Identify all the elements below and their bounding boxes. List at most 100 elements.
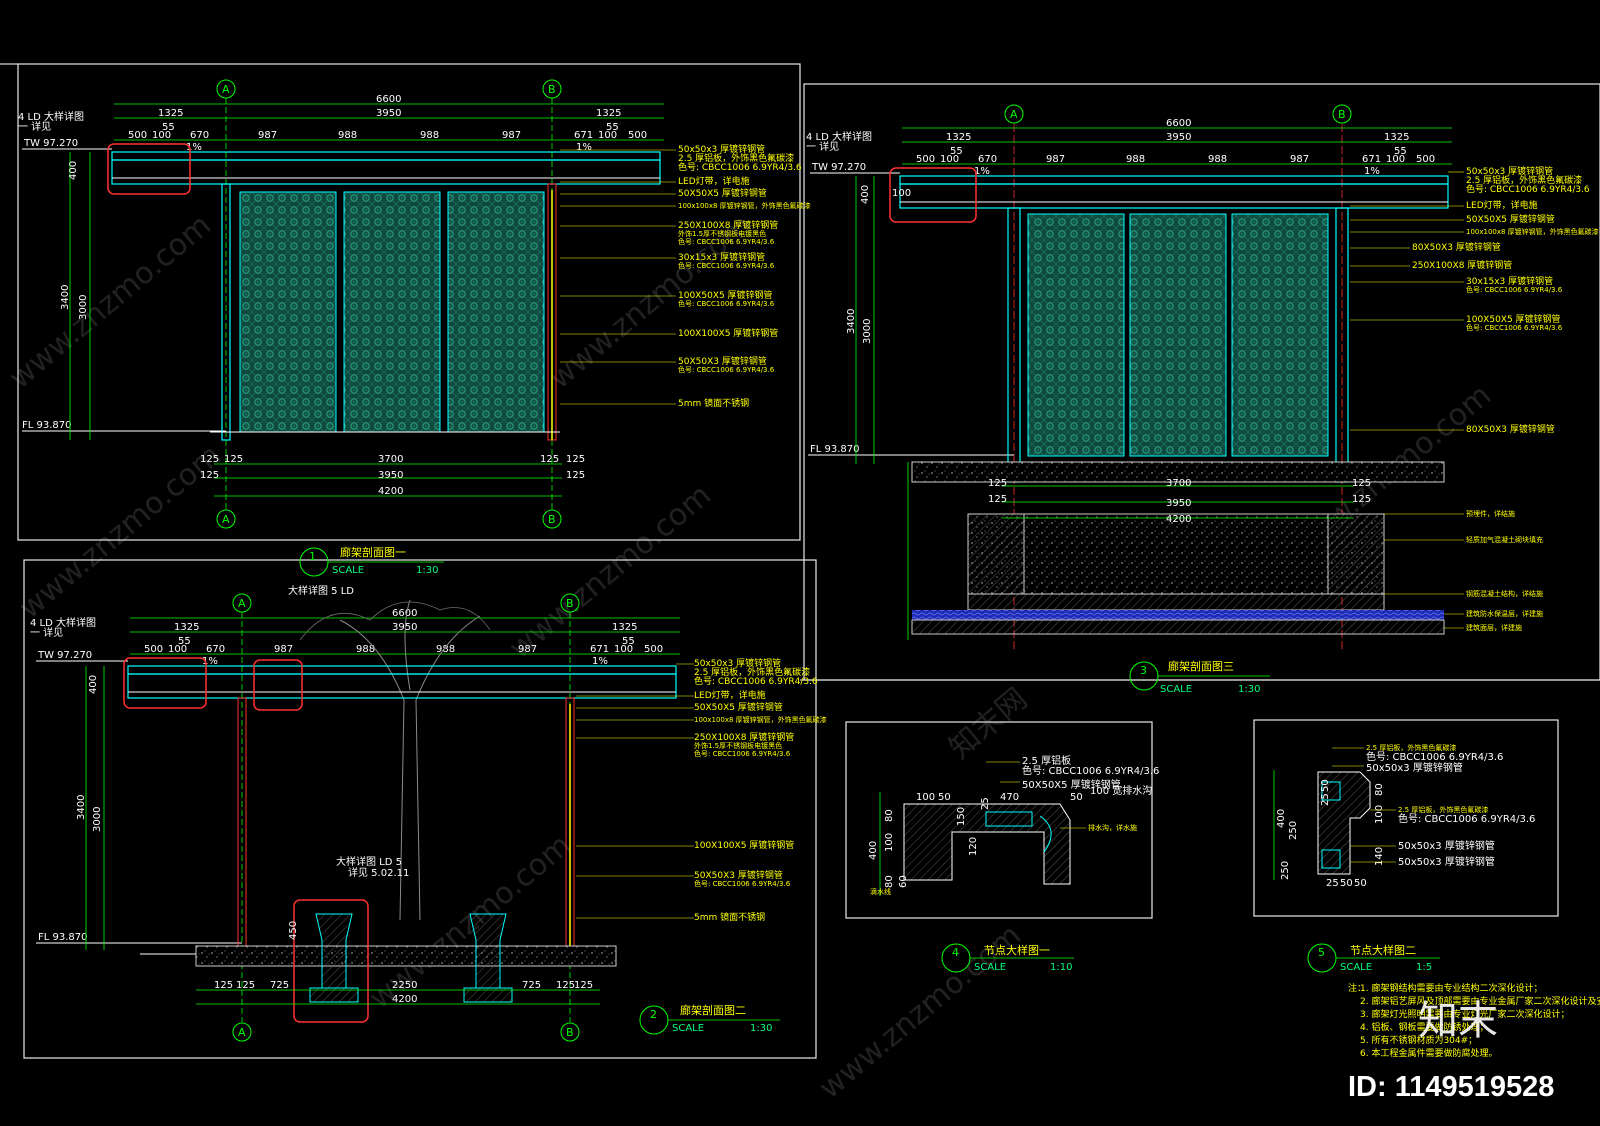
annotation: 预埋件，详结施 xyxy=(1466,509,1515,518)
level-tw: TW 97.270 xyxy=(811,162,866,173)
dim-text: 25 xyxy=(1326,878,1339,889)
dim-text: 80 xyxy=(1374,783,1385,796)
dim-text: 125 xyxy=(200,454,219,465)
dim-text: 125 xyxy=(566,470,585,481)
annotation: 2.5 厚铝板，外饰黑色氟碳漆 xyxy=(1366,743,1456,752)
dim-text: 3400 xyxy=(60,285,71,310)
lattice-screen xyxy=(239,191,337,433)
dim-total: 6600 xyxy=(376,94,401,105)
annotation: 色号: CBCC1006 6.9YR4/3.6 xyxy=(694,675,818,687)
dim-text: 125 xyxy=(1352,494,1371,505)
footing-wall xyxy=(1327,513,1385,595)
lattice-screen xyxy=(1027,213,1125,457)
annotation: 色号: CBCC1006 6.9YR4/3.6 xyxy=(1466,323,1563,332)
dim-text: 400 xyxy=(68,161,79,180)
annotation: 色号: CBCC1006 6.9YR4/3.6 xyxy=(678,261,775,270)
dim-text: 725 xyxy=(522,980,541,991)
dim-text: 500 xyxy=(916,154,935,165)
dim-text: 3700 xyxy=(1166,478,1191,489)
annotation: 50x50x3 厚镀锌钢管 xyxy=(1398,839,1495,852)
dim-text: 125 xyxy=(224,454,243,465)
annotation: 色号: CBCC1006 6.9YR4/3.6 xyxy=(1398,812,1535,825)
grid-label-b: B xyxy=(566,1026,574,1039)
title-number: 3 xyxy=(1140,664,1147,677)
annotation: 100x100x8 厚镀锌钢管，外饰黑色氟碳漆 xyxy=(694,715,827,724)
section2-annotations: 50x50x3 厚镀锌钢管 2.5 厚铝板，外饰黑色氟碳漆 色号: CBCC10… xyxy=(576,657,827,923)
dim-text: 50 xyxy=(1070,792,1083,803)
dim-text: 4200 xyxy=(378,486,403,497)
dim-text: 125 xyxy=(988,478,1007,489)
dim-text: 150 xyxy=(956,807,967,826)
note-line: 1. 廊架钢结构需要由专业结构二次深化设计； xyxy=(1360,982,1542,994)
annotation: 外饰1.5厚不锈钢板电镀黑色 xyxy=(694,741,782,750)
dim-text: 250 xyxy=(1288,821,1299,840)
dim-text: 100 xyxy=(892,188,911,199)
dim-text: 4200 xyxy=(1166,514,1191,525)
dim-text: 671 xyxy=(1362,154,1381,165)
dim-text: 1325 xyxy=(612,622,637,633)
dim-text: 25 xyxy=(1320,793,1331,806)
watermark-text: www.znzmo.com xyxy=(13,438,228,627)
annotation: 50X50X5 厚镀锌钢管 xyxy=(694,701,783,713)
grid-label-a: A xyxy=(238,1026,246,1039)
annotation: 80X50X3 厚镀锌钢管 xyxy=(1412,241,1501,253)
dim-text: 671 xyxy=(574,130,593,141)
grid-label-a: A xyxy=(222,513,230,526)
scale-label: SCALE xyxy=(672,1023,704,1034)
lattice-screen xyxy=(1129,213,1227,457)
section3-title: 廊架剖面图三 xyxy=(1168,659,1234,673)
dim-text: 987 xyxy=(502,130,521,141)
dim-text: 1325 xyxy=(596,108,621,119)
dim-text: 988 xyxy=(436,644,455,655)
dim-text: 3950 xyxy=(1166,498,1191,509)
dim-text: 1325 xyxy=(158,108,183,119)
annotation: 100X100X5 厚镀锌钢管 xyxy=(678,327,778,339)
annotation: 100 宽排水沟 xyxy=(1090,784,1152,797)
annotation: 250X100X8 厚镀锌钢管 xyxy=(1412,259,1512,271)
grid-label-b: B xyxy=(548,513,556,526)
scale-value: 1:30 xyxy=(1238,684,1260,695)
grid-label-b: B xyxy=(548,83,556,96)
annotation: 50x50x3 厚镀锌钢管 xyxy=(1398,855,1495,868)
dim-text: 100 xyxy=(1374,805,1385,824)
scale-value: 1:30 xyxy=(750,1023,772,1034)
dim-text: 3400 xyxy=(76,795,87,820)
waterproof-layer xyxy=(912,610,1444,620)
annotation: 钢筋混凝土结构，详结施 xyxy=(1466,589,1543,598)
dim-text: 125 xyxy=(988,494,1007,505)
dim-text: 120 xyxy=(968,837,979,856)
lattice-screen xyxy=(343,191,441,433)
dim-text: 125 xyxy=(540,454,559,465)
watermark-text: www.znzmo.com xyxy=(503,478,718,667)
dim-text: 100 xyxy=(916,792,935,803)
brand-logo: 知末 xyxy=(1418,998,1498,1044)
dim-text: 988 xyxy=(420,130,439,141)
annotation: LED灯带，详电施 xyxy=(694,689,766,701)
annotation: 建筑防水保温层，详建施 xyxy=(1466,609,1543,618)
dim-text: 125 xyxy=(556,980,575,991)
detail4-title: 节点大样图一 xyxy=(984,943,1050,957)
section2-title: 廊架剖面图二 xyxy=(680,1003,746,1017)
dim-text: 400 xyxy=(860,185,871,204)
dim-text: 988 xyxy=(338,130,357,141)
dim-text: 140 xyxy=(1374,847,1385,866)
dim-text: 55 xyxy=(622,636,635,647)
detail-ref-sub: 一 详见 xyxy=(806,140,839,153)
dim-text: 2250 xyxy=(392,980,417,991)
roof-beam xyxy=(111,151,661,161)
dim-text: 55 xyxy=(162,122,175,133)
detail-profile xyxy=(903,803,1071,885)
roof-beam xyxy=(127,665,677,675)
dim-text: 500 xyxy=(644,644,663,655)
annotation: 色号: CBCC1006 6.9YR4/3.6 xyxy=(1466,285,1563,294)
dim-text: 125 xyxy=(200,470,219,481)
dim-text: 25 xyxy=(980,797,991,810)
level-fl: FL 93.870 xyxy=(810,444,860,455)
dim-text: 470 xyxy=(1000,792,1019,803)
dim-text: 60 xyxy=(898,875,909,888)
dim-text: 125 xyxy=(236,980,255,991)
slope-text: 1% xyxy=(202,656,218,667)
dim-text: 125 xyxy=(214,980,233,991)
dim-total: 6600 xyxy=(392,608,417,619)
dim-text: 671 xyxy=(590,644,609,655)
